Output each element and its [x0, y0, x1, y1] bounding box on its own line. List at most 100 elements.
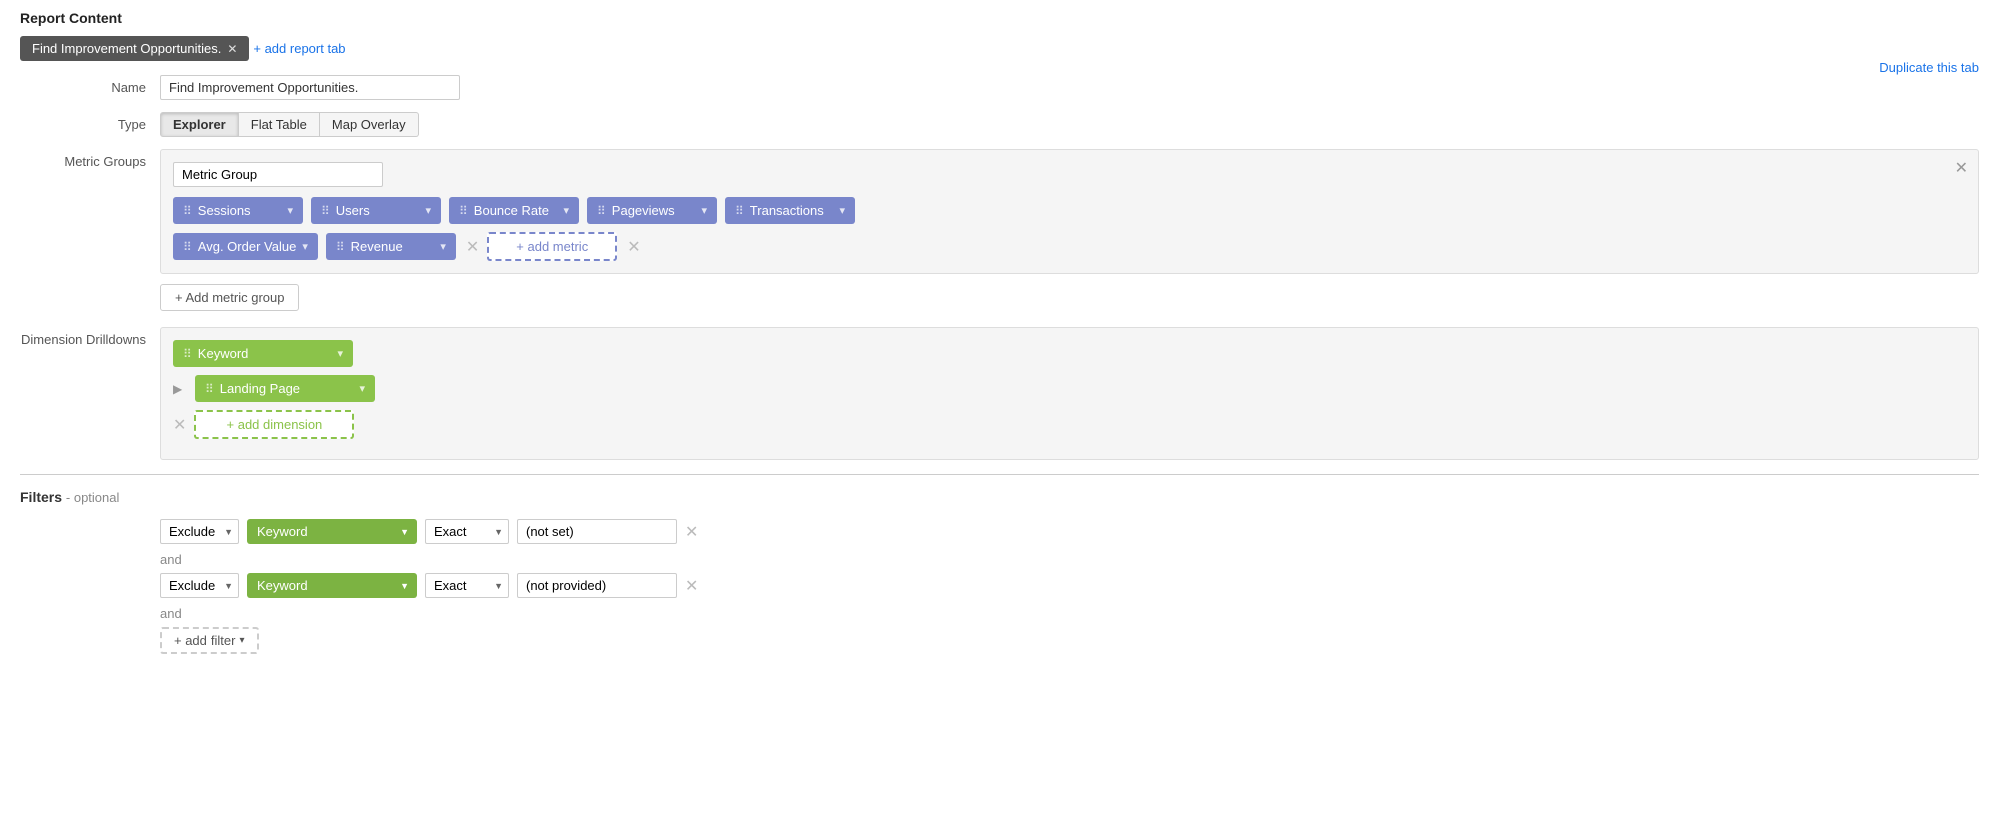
filter-value-input-2[interactable] [517, 573, 677, 598]
chevron-down-icon: ▾ [239, 635, 244, 646]
sessions-label: Sessions [198, 203, 282, 218]
drag-handle-icon: ⠿ [459, 204, 468, 218]
drag-handle-icon: ⠿ [183, 204, 192, 218]
duplicate-tab-link[interactable]: Duplicate this tab [1879, 60, 1979, 75]
remove-dimension-icon[interactable]: ✕ [173, 415, 186, 435]
drag-handle-icon: ⠿ [336, 240, 345, 254]
remove-filter-2-icon[interactable]: ✕ [685, 576, 698, 596]
drag-handle-icon: ⠿ [735, 204, 744, 218]
expand-icon[interactable]: ▶ [173, 382, 187, 396]
chevron-down-icon: ▾ [359, 382, 365, 395]
dimension-drilldowns-row: Dimension Drilldowns ⠿ Keyword ▾ ▶ ⠿ Lan [20, 327, 1979, 460]
bounce-rate-label: Bounce Rate [474, 203, 558, 218]
add-dimension-row: ✕ + add dimension [173, 410, 1966, 439]
dimension-row-keyword: ⠿ Keyword ▾ [173, 340, 1966, 367]
close-tab-icon[interactable]: ✕ [227, 42, 237, 56]
active-tab[interactable]: Find Improvement Opportunities. ✕ [20, 36, 249, 61]
drag-handle-icon: ⠿ [183, 347, 192, 361]
add-metric-group-button[interactable]: + Add metric group [160, 284, 299, 311]
metric-pill-revenue[interactable]: ⠿ Revenue ▾ [326, 233, 456, 260]
revenue-label: Revenue [351, 239, 435, 254]
exact-wrapper-1: Exact Contains Regex [425, 519, 509, 544]
chevron-down-icon: ▾ [839, 204, 845, 217]
filter-value-input-1[interactable] [517, 519, 677, 544]
metrics-row-2: ⠿ Avg. Order Value ▾ ⠿ Revenue ▾ ✕ + add… [173, 232, 1966, 261]
filters-section: Filters - optional Exclude Include Keywo… [20, 489, 1979, 654]
chevron-down-icon: ▾ [440, 240, 446, 253]
tabs-row: Find Improvement Opportunities. ✕ + add … [20, 36, 1979, 61]
drag-handle-icon: ⠿ [321, 204, 330, 218]
exclude-select-2[interactable]: Exclude Include [160, 573, 239, 598]
keyword-select-1[interactable]: Keyword [247, 519, 417, 544]
name-row: Name [20, 75, 1979, 100]
add-filter-label: + add [174, 633, 207, 648]
metric-pill-users[interactable]: ⠿ Users ▾ [311, 197, 441, 224]
exact-select-2[interactable]: Exact Contains Regex [425, 573, 509, 598]
name-input[interactable] [160, 75, 460, 100]
type-btn-flat-table[interactable]: Flat Table [239, 112, 320, 137]
add-filter-suffix: filter [211, 633, 236, 648]
chevron-down-icon: ▾ [425, 204, 431, 217]
add-report-tab-link[interactable]: + add report tab [253, 41, 345, 56]
exclude-select-1[interactable]: Exclude Include [160, 519, 239, 544]
keyword-select-2[interactable]: Keyword [247, 573, 417, 598]
filter-row-1: Exclude Include Keyword Exact Contains R… [160, 519, 1979, 544]
drilldowns-area: ⠿ Keyword ▾ ▶ ⠿ Landing Page ▾ ✕ [160, 327, 1979, 460]
section-title: Report Content [20, 10, 1979, 26]
dimension-drilldowns-content: ⠿ Keyword ▾ ▶ ⠿ Landing Page ▾ ✕ [160, 327, 1979, 460]
add-metric-button[interactable]: + add metric [487, 232, 617, 261]
landing-page-label: Landing Page [220, 381, 354, 396]
chevron-down-icon: ▾ [701, 204, 707, 217]
metric-group-name-input[interactable] [173, 162, 383, 187]
keyword-wrapper-2: Keyword [247, 573, 417, 598]
add-filter-button[interactable]: + add filter ▾ [160, 627, 259, 654]
metrics-row-1: ⠿ Sessions ▾ ⠿ Users ▾ ⠿ Bounce Rate ▾ [173, 197, 1966, 224]
name-label: Name [20, 75, 160, 95]
metric-pill-pageviews[interactable]: ⠿ Pageviews ▾ [587, 197, 717, 224]
type-content: Explorer Flat Table Map Overlay [160, 112, 1979, 137]
type-row: Type Explorer Flat Table Map Overlay [20, 112, 1979, 137]
metric-pill-sessions[interactable]: ⠿ Sessions ▾ [173, 197, 303, 224]
type-label: Type [20, 112, 160, 132]
metric-groups-area: ✕ ⠿ Sessions ▾ ⠿ Users ▾ ⠿ [160, 149, 1979, 274]
filter-row-2: Exclude Include Keyword Exact Contains R… [160, 573, 1979, 598]
metric-pill-bounce-rate[interactable]: ⠿ Bounce Rate ▾ [449, 197, 579, 224]
chevron-down-icon: ▾ [287, 204, 293, 217]
add-dimension-button[interactable]: + add dimension [194, 410, 354, 439]
avg-order-label: Avg. Order Value [198, 239, 297, 254]
metric-pill-avg-order[interactable]: ⠿ Avg. Order Value ▾ [173, 233, 318, 260]
filter-and-1: and [160, 552, 1979, 567]
dimension-drilldowns-label: Dimension Drilldowns [20, 327, 160, 347]
filters-label: Filters [20, 489, 62, 505]
keyword-label: Keyword [198, 346, 332, 361]
transactions-label: Transactions [750, 203, 834, 218]
dimension-row-landing-page: ▶ ⠿ Landing Page ▾ [173, 375, 1966, 402]
dimension-pill-landing-page[interactable]: ⠿ Landing Page ▾ [195, 375, 375, 402]
filters-title: Filters - optional [20, 489, 1979, 505]
exact-select-1[interactable]: Exact Contains Regex [425, 519, 509, 544]
drag-handle-icon: ⠿ [183, 240, 192, 254]
users-label: Users [336, 203, 420, 218]
drag-handle-icon: ⠿ [597, 204, 606, 218]
dimension-pill-keyword[interactable]: ⠿ Keyword ▾ [173, 340, 353, 367]
chevron-down-icon: ▾ [337, 347, 343, 360]
pageviews-label: Pageviews [612, 203, 696, 218]
exclude-wrapper-2: Exclude Include [160, 573, 239, 598]
chevron-down-icon: ▾ [302, 240, 308, 253]
filter-and-2: and [160, 606, 1979, 621]
active-tab-label: Find Improvement Opportunities. [32, 41, 221, 56]
type-btn-explorer[interactable]: Explorer [160, 112, 239, 137]
chevron-down-icon: ▾ [563, 204, 569, 217]
drag-handle-icon: ⠿ [205, 382, 214, 396]
metric-groups-row: Metric Groups ✕ ⠿ Sessions ▾ ⠿ Users ▾ [20, 149, 1979, 315]
type-buttons: Explorer Flat Table Map Overlay [160, 112, 1979, 137]
filters-optional: - optional [66, 490, 119, 505]
metric-group-close-icon[interactable]: ✕ [1955, 158, 1968, 178]
remove-metric-group-icon[interactable]: ✕ [627, 237, 640, 257]
remove-revenue-icon[interactable]: ✕ [466, 237, 479, 257]
metric-pill-transactions[interactable]: ⠿ Transactions ▾ [725, 197, 855, 224]
metric-groups-content: ✕ ⠿ Sessions ▾ ⠿ Users ▾ ⠿ [160, 149, 1979, 315]
metric-groups-label: Metric Groups [20, 149, 160, 169]
remove-filter-1-icon[interactable]: ✕ [685, 522, 698, 542]
type-btn-map-overlay[interactable]: Map Overlay [320, 112, 419, 137]
